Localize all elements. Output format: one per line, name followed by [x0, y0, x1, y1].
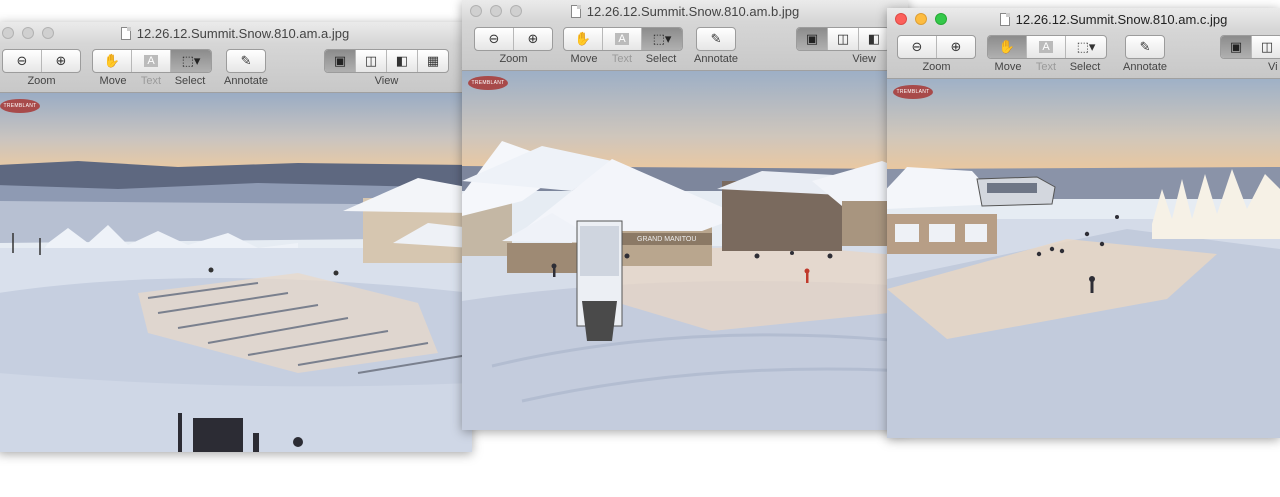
window-titlebar[interactable]: 12.26.12.Summit.Snow.810.am.b.jpg: [462, 0, 908, 22]
pencil-icon[interactable]: ✎: [1126, 36, 1164, 58]
text-tool-icon[interactable]: A: [603, 28, 642, 50]
zoom-out-icon[interactable]: ⊖: [3, 50, 42, 72]
annotate-label: Annotate: [694, 53, 739, 65]
minimize-button[interactable]: [490, 5, 502, 17]
window-title: 12.26.12.Summit.Snow.810.am.c.jpg: [1015, 11, 1228, 27]
window-title: 12.26.12.Summit.Snow.810.am.b.jpg: [586, 3, 800, 19]
close-button[interactable]: [895, 13, 907, 25]
photo-canvas: TREMBLANT: [887, 79, 1280, 438]
minimize-button[interactable]: [915, 13, 927, 25]
zoom-in-icon[interactable]: ⊕: [937, 36, 975, 58]
hand-icon[interactable]: ✋: [93, 50, 132, 72]
zoom-out-icon[interactable]: ⊖: [898, 36, 937, 58]
zoom-in-icon[interactable]: ⊕: [42, 50, 80, 72]
move-label: Move: [99, 75, 127, 87]
select-label: Select: [645, 53, 677, 65]
tremblant-logo: TREMBLANT: [893, 85, 933, 99]
view-sidebar-icon[interactable]: ◫: [828, 28, 859, 50]
window-titlebar[interactable]: 12.26.12.Summit.Snow.810.am.a.jpg: [0, 22, 472, 44]
zoom-window-button[interactable]: [510, 5, 522, 17]
signboard: [576, 220, 623, 341]
view-single-icon[interactable]: ▣: [325, 50, 356, 72]
zoom-label: Zoom: [499, 53, 528, 65]
photo-canvas: TREMBLANT: [0, 93, 472, 452]
move-label: Move: [994, 61, 1022, 73]
summit-photo-b: GRAND MANITOU: [462, 71, 908, 430]
view-label: View: [374, 75, 399, 87]
toolbar: ⊖ ⊕ Zoom ✋ A ⬚▾ Move Text Select ✎ Annot…: [462, 22, 908, 71]
view-sidebar-icon[interactable]: ◫: [356, 50, 387, 72]
gondola-cabin: [976, 176, 1056, 207]
view-sidebar-icon[interactable]: ◫: [1252, 36, 1280, 58]
preview-window-a[interactable]: 12.26.12.Summit.Snow.810.am.a.jpg ⊖ ⊕ Zo…: [0, 22, 472, 452]
zoom-window-button[interactable]: [42, 27, 54, 39]
view-thumbnails-icon[interactable]: ◧: [859, 28, 889, 50]
zoom-label: Zoom: [27, 75, 56, 87]
preview-window-b[interactable]: 12.26.12.Summit.Snow.810.am.b.jpg ⊖ ⊕ Zo…: [462, 0, 908, 430]
marquee-select-icon[interactable]: ⬚▾: [1066, 36, 1106, 58]
hand-icon[interactable]: ✋: [564, 28, 603, 50]
document-icon: [999, 12, 1010, 26]
text-tool-icon[interactable]: A: [132, 50, 171, 72]
view-label: View: [852, 53, 876, 65]
view-label: Vi: [1268, 61, 1278, 73]
move-label: Move: [570, 53, 598, 65]
zoom-label: Zoom: [922, 61, 951, 73]
pencil-icon[interactable]: ✎: [227, 50, 265, 72]
view-single-icon[interactable]: ▣: [1221, 36, 1252, 58]
zoom-out-icon[interactable]: ⊖: [475, 28, 514, 50]
zoom-window-button[interactable]: [935, 13, 947, 25]
view-thumbnails-icon[interactable]: ◧: [387, 50, 418, 72]
text-label: Text: [1035, 61, 1057, 73]
select-label: Select: [174, 75, 206, 87]
photo-canvas: GRAND MANITOU TREMBLANT: [462, 71, 908, 430]
view-contact-sheet-icon[interactable]: ▦: [418, 50, 448, 72]
document-icon: [120, 26, 131, 40]
zoom-in-icon[interactable]: ⊕: [514, 28, 552, 50]
summit-photo-a: [0, 93, 472, 452]
close-button[interactable]: [470, 5, 482, 17]
pencil-icon[interactable]: ✎: [697, 28, 735, 50]
preview-window-c[interactable]: 12.26.12.Summit.Snow.810.am.c.jpg ⊖ ⊕ Zo…: [887, 8, 1280, 438]
zoom-control: ⊖ ⊕: [2, 49, 81, 73]
document-icon: [570, 4, 581, 18]
summit-photo-c: [887, 79, 1280, 438]
hand-icon[interactable]: ✋: [988, 36, 1027, 58]
annotate-label: Annotate: [1123, 61, 1168, 73]
toolbar: ⊖ ⊕ Zoom ✋ A ⬚▾ Move Text Select ✎ Annot…: [887, 30, 1280, 79]
annotate-label: Annotate: [224, 75, 269, 87]
building-sign: GRAND MANITOU: [637, 236, 696, 243]
window-titlebar[interactable]: 12.26.12.Summit.Snow.810.am.c.jpg: [887, 8, 1280, 30]
text-tool-icon[interactable]: A: [1027, 36, 1066, 58]
select-label: Select: [1069, 61, 1101, 73]
text-label: Text: [140, 75, 162, 87]
minimize-button[interactable]: [22, 27, 34, 39]
marquee-select-icon[interactable]: ⬚▾: [642, 28, 682, 50]
close-button[interactable]: [2, 27, 14, 39]
tremblant-logo: TREMBLANT: [0, 99, 40, 113]
toolbar: ⊖ ⊕ Zoom ✋ A ⬚▾ Move Text Select ✎ Annot…: [0, 44, 472, 93]
tremblant-logo: TREMBLANT: [468, 76, 508, 90]
marquee-select-icon[interactable]: ⬚▾: [171, 50, 211, 72]
text-label: Text: [611, 53, 633, 65]
view-single-icon[interactable]: ▣: [797, 28, 828, 50]
window-title: 12.26.12.Summit.Snow.810.am.a.jpg: [136, 25, 350, 41]
